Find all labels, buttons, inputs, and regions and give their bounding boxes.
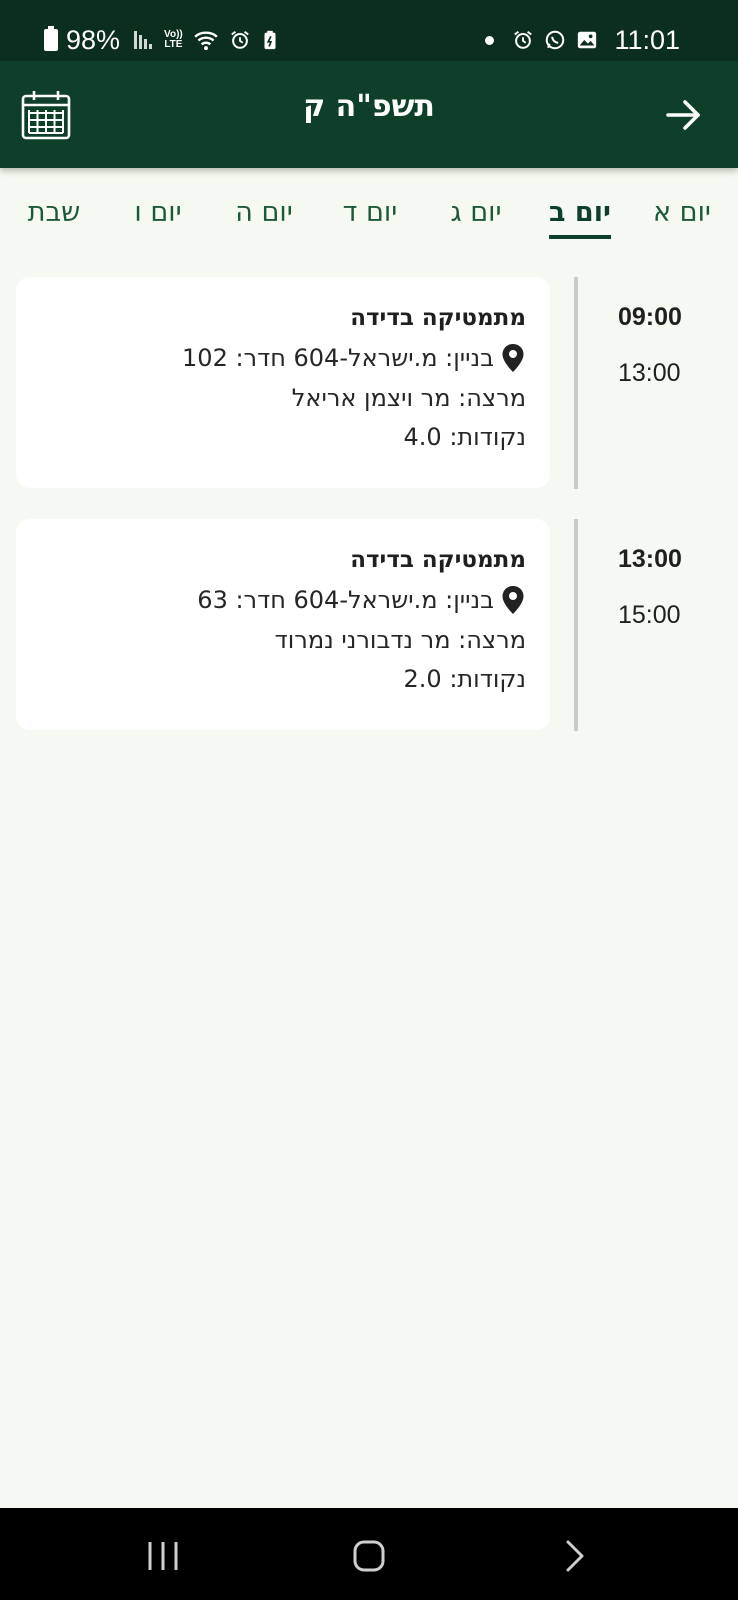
- tab-tuesday[interactable]: יום ג: [450, 197, 501, 247]
- battery-icon: [44, 26, 58, 51]
- navigation-bar: [0, 1508, 738, 1600]
- volte-icon: Vo)) LTE: [164, 29, 183, 50]
- whatsapp-icon: [546, 30, 565, 50]
- location-text: בניין: מ.ישראל-604 חדר: 63: [197, 586, 494, 614]
- course-name: מתמטיקה בדידה: [350, 305, 526, 331]
- location-pin-icon: [502, 344, 524, 372]
- app-bar: תשפ"ה ק: [0, 61, 738, 168]
- tab-saturday[interactable]: שבת: [28, 197, 80, 247]
- location-line: בניין: מ.ישראל-604 חדר: 63: [36, 585, 526, 615]
- credits-text: נקודות: 4.0: [403, 423, 526, 451]
- battery-percent: 98%: [66, 24, 121, 55]
- notification-dot-icon: [485, 35, 495, 45]
- end-time: 15:00: [618, 601, 681, 629]
- start-time: 09:00: [618, 303, 682, 331]
- status-right: 11:01: [485, 20, 680, 60]
- course-name: מתמטיקה בדידה: [350, 547, 526, 573]
- home-icon[interactable]: [352, 1538, 386, 1574]
- battery-saver-icon: [264, 30, 276, 50]
- end-time: 13:00: [618, 359, 681, 387]
- lecturer-text: מרצה: מר נדבורני נמרוד: [274, 626, 526, 654]
- clock: 11:01: [614, 24, 680, 55]
- arrow-right-icon[interactable]: [664, 95, 704, 135]
- alarm-icon: [230, 30, 249, 49]
- recent-apps-icon[interactable]: [146, 1538, 180, 1574]
- location-line: בניין: מ.ישראל-604 חדר: 102: [36, 343, 526, 373]
- page-title: תשפ"ה ק: [303, 89, 435, 124]
- day-tabs: יום א יום ב יום ג יום ד יום ה יום ו שבת: [0, 168, 738, 248]
- course-card[interactable]: מתמטיקה בדידה בניין: מ.ישראל-604 חדר: 10…: [16, 277, 550, 488]
- tab-wednesday[interactable]: יום ד: [343, 197, 398, 247]
- lecturer-text: מרצה: מר ויצמן אריאל: [291, 384, 526, 412]
- gallery-icon: [578, 31, 597, 49]
- credits-text: נקודות: 2.0: [403, 665, 526, 693]
- signal-icon: [134, 31, 153, 49]
- back-icon[interactable]: [564, 1538, 588, 1574]
- timeline-divider: [574, 519, 578, 731]
- course-card[interactable]: מתמטיקה בדידה בניין: מ.ישראל-604 חדר: 63…: [16, 519, 550, 730]
- tab-sunday[interactable]: יום א: [653, 197, 711, 247]
- tab-thursday[interactable]: יום ה: [235, 197, 293, 247]
- location-text: בניין: מ.ישראל-604 חדר: 102: [182, 344, 494, 372]
- status-left: 98% Vo)) LTE: [44, 20, 281, 60]
- wifi-icon: [194, 31, 218, 51]
- start-time: 13:00: [618, 545, 682, 573]
- location-pin-icon: [502, 586, 524, 614]
- timeline-divider: [574, 277, 578, 489]
- status-bar: 98% Vo)) LTE 11:01: [0, 0, 738, 61]
- tab-monday[interactable]: יום ב: [549, 197, 611, 247]
- alarm-icon: [514, 30, 533, 49]
- tab-friday[interactable]: יום ו: [134, 197, 181, 247]
